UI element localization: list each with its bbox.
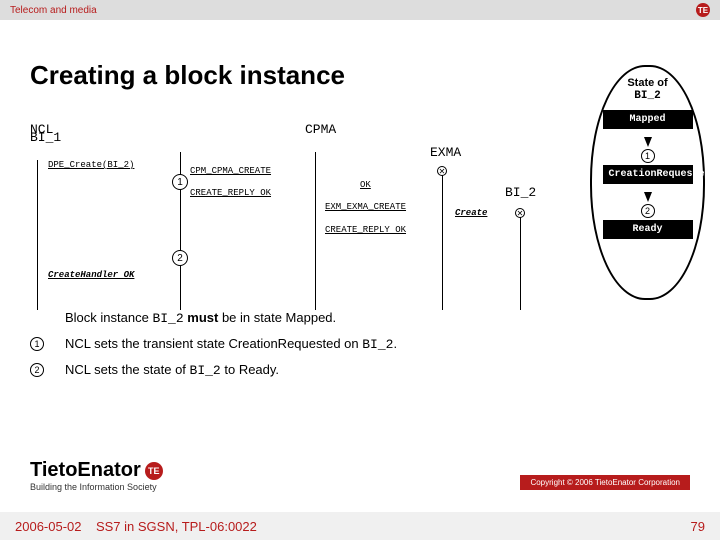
note-1-mono: BI_2 xyxy=(362,337,393,352)
brand-logo: TietoEnator TE xyxy=(30,459,163,482)
category-text: Telecom and media xyxy=(10,5,97,16)
brand-dot-icon: TE xyxy=(145,462,163,480)
arrow-down-icon xyxy=(644,137,652,147)
topbar: Telecom and media TE xyxy=(0,0,720,20)
note-1-marker: 1 xyxy=(30,337,44,351)
msg-ok: OK xyxy=(360,180,390,190)
msg-create-reply-1: CREATE_REPLY OK xyxy=(190,188,305,198)
note-0-mono: BI_2 xyxy=(152,311,183,326)
brand-dot-icon: TE xyxy=(696,3,710,17)
create-marker-exma: ✕ xyxy=(437,166,447,176)
footer-doc: SS7 in SGSN, TPL-06:0022 xyxy=(96,519,257,534)
lifeline-bar-bi2 xyxy=(520,216,521,310)
note-2-a: NCL sets the state of xyxy=(65,362,190,377)
lifeline-bar-exma xyxy=(442,175,443,310)
brand-block: TietoEnator TE Building the Information … xyxy=(30,459,163,492)
page-title: Creating a block instance xyxy=(30,60,690,91)
notes-area: Block instance BI_2 must be in state Map… xyxy=(65,310,570,388)
note-2-mono: BI_2 xyxy=(190,363,221,378)
state-title-2: BI_2 xyxy=(634,90,660,102)
state-ready: Ready xyxy=(603,220,693,239)
state-title-1: State of xyxy=(627,77,667,89)
note-1-a: NCL sets the transient state CreationReq… xyxy=(65,336,362,351)
note-0-must: must xyxy=(187,310,218,325)
marker-2-diagram: 2 xyxy=(172,250,188,266)
note-1: 1 NCL sets the transient state CreationR… xyxy=(65,336,570,352)
msg-cpma-create: CPM_CPMA_CREATE xyxy=(190,166,305,176)
note-2-b: to Ready. xyxy=(221,362,279,377)
msg-createhandler: CreateHandler OK xyxy=(48,270,173,280)
note-0-a: Block instance xyxy=(65,310,152,325)
lifeline-bar-cpma xyxy=(315,152,316,310)
footer-left: 2006-05-02 SS7 in SGSN, TPL-06:0022 xyxy=(15,519,257,534)
lifeline-ncl: NCL xyxy=(30,122,60,137)
state-creation-requested: CreationRequested xyxy=(603,165,693,184)
state-diagram: State of BI_2 Mapped 1 CreationRequested… xyxy=(590,65,705,300)
msg-dpe-create: DPE_Create(BI_2) xyxy=(48,160,168,170)
state-mapped: Mapped xyxy=(603,110,693,129)
brand-tagline: Building the Information Society xyxy=(30,482,163,492)
msg-create-reply-2: CREATE_REPLY OK xyxy=(325,225,433,235)
marker-1-state: 1 xyxy=(641,149,655,163)
lifeline-cpma: CPMA xyxy=(305,122,345,137)
lifeline-bar-bi1 xyxy=(37,160,38,310)
msg-exma-create: EXM_EXMA_CREATE xyxy=(325,202,433,212)
footer-date: 2006-05-02 xyxy=(15,519,82,534)
state-title: State of BI_2 xyxy=(627,77,667,102)
arrow-down-icon xyxy=(644,192,652,202)
lifeline-exma: EXMA xyxy=(430,145,470,160)
marker-2-state: 2 xyxy=(641,204,655,218)
copyright-banner: Copyright © 2006 TietoEnator Corporation xyxy=(520,475,690,490)
footer: 2006-05-02 SS7 in SGSN, TPL-06:0022 79 xyxy=(0,512,720,540)
marker-1-diagram: 1 xyxy=(172,174,188,190)
msg-create: Create xyxy=(455,208,505,218)
page-number: 79 xyxy=(691,519,705,534)
sequence-diagram: BI_1 NCL CPMA EXMA BI_2 ✕ ✕ DPE_Create(B… xyxy=(30,130,560,320)
note-2-marker: 2 xyxy=(30,363,44,377)
note-0-c: be in state Mapped. xyxy=(218,310,336,325)
note-0: Block instance BI_2 must be in state Map… xyxy=(65,310,570,326)
lifeline-bi2: BI_2 xyxy=(505,185,545,200)
note-2: 2 NCL sets the state of BI_2 to Ready. xyxy=(65,362,570,378)
create-marker-bi2: ✕ xyxy=(515,208,525,218)
brand-name: TietoEnator xyxy=(30,459,141,482)
note-1-b: . xyxy=(393,336,397,351)
